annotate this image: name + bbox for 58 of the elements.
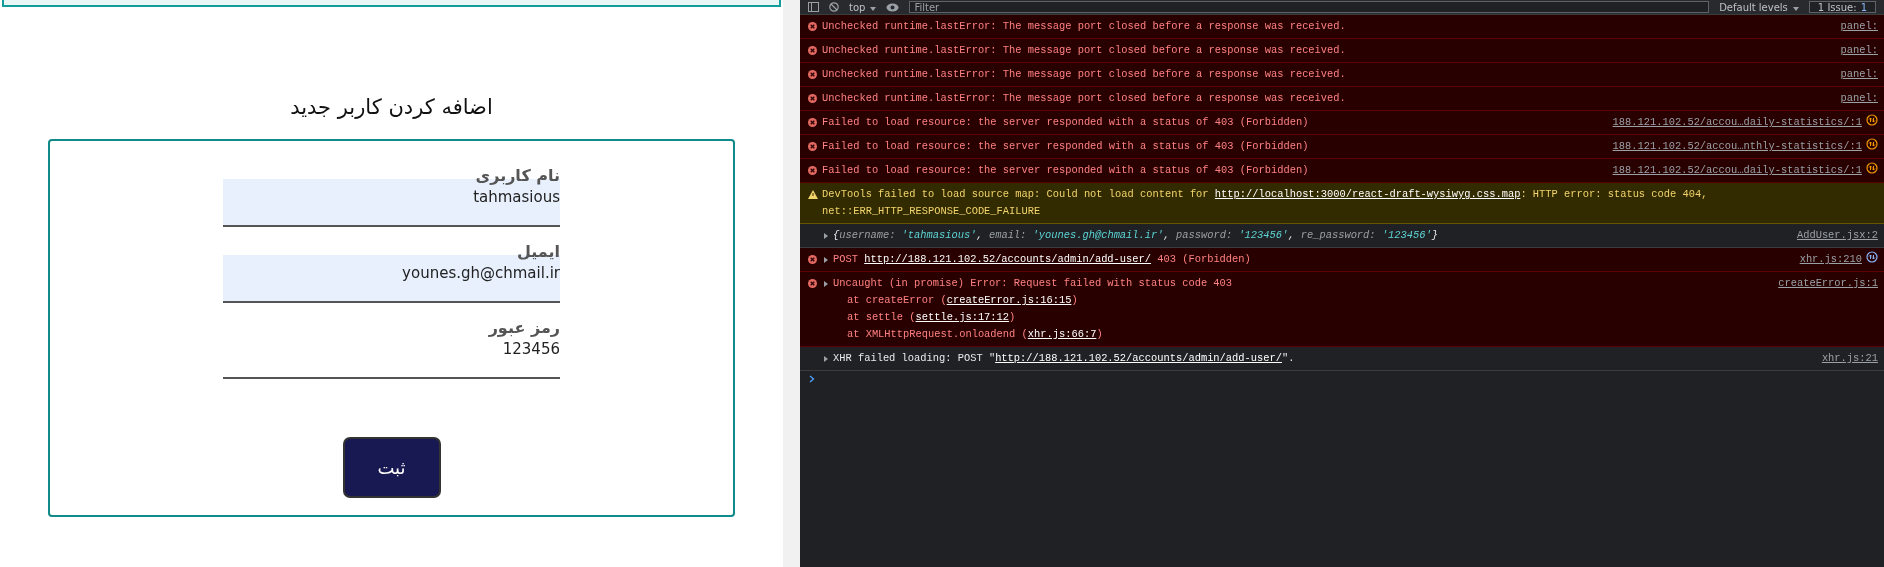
- caret-icon: [1792, 6, 1799, 11]
- message-text: at settle (settle.js:17:12): [845, 310, 1016, 325]
- source-link[interactable]: panel:: [1840, 18, 1878, 35]
- submit-button[interactable]: ثبت: [342, 437, 441, 498]
- error-icon: [808, 46, 817, 55]
- source-link[interactable]: panel:: [1840, 90, 1878, 107]
- eye-icon[interactable]: [886, 2, 900, 12]
- levels-dropdown[interactable]: Default levels: [1719, 1, 1799, 13]
- message-text: Unchecked runtime.lastError: The message port closed before a response was received.: [822, 91, 1346, 106]
- warning-icon: [808, 190, 818, 199]
- source-link[interactable]: createError.js:1: [1778, 275, 1878, 292]
- error-icon: [808, 22, 817, 31]
- error-icon: [808, 94, 817, 103]
- message-text: XHR failed loading: POST "http://188.121.102.52/accounts/admin/add-user/".: [833, 351, 1295, 366]
- message-text: DevTools failed to load source map: Could not load content for http://localhost:3000/react-draft-wysiwyg.css.map: HTTP error: status code 404,: [822, 187, 1708, 202]
- network-icon[interactable]: [1866, 138, 1878, 150]
- network-icon[interactable]: [1866, 114, 1878, 126]
- prompt-chevron-icon[interactable]: [809, 375, 815, 383]
- error-icon: [808, 255, 817, 264]
- issues-button[interactable]: 1 Issue: 1: [1808, 1, 1876, 13]
- error-icon: [808, 166, 817, 175]
- context-dropdown[interactable]: top: [849, 1, 877, 13]
- message-text: Unchecked runtime.lastError: The message port closed before a response was received.: [822, 43, 1346, 58]
- message-text: net::ERR_HTTP_RESPONSE_CODE_FAILURE: [822, 204, 1041, 219]
- source-link[interactable]: panel:: [1840, 42, 1878, 59]
- network-icon[interactable]: [1866, 251, 1878, 263]
- source-link[interactable]: panel:: [1840, 66, 1878, 83]
- expand-icon[interactable]: [822, 255, 830, 264]
- message-text: {username: 'tahmasious', email: 'younes.gh@chmail.ir', password: '123456', re_password: '123456'}: [833, 228, 1438, 243]
- message-text: Failed to load resource: the server responded with a status of 403 (Forbidden): [822, 139, 1309, 154]
- message-text: at createError (createError.js:16:15): [845, 293, 1078, 308]
- sidebar-icon[interactable]: [808, 2, 819, 12]
- clear-icon[interactable]: [829, 2, 839, 12]
- form-title: اضافه کردن کاربر جدید: [290, 95, 493, 119]
- message-text: Failed to load resource: the server responded with a status of 403 (Forbidden): [822, 163, 1309, 178]
- expand-icon[interactable]: [822, 279, 830, 288]
- error-icon: [808, 279, 817, 288]
- message-text: Uncaught (in promise) Error: Request failed with status code 403: [833, 276, 1233, 291]
- network-icon[interactable]: [1866, 162, 1878, 174]
- message-text: POST http://188.121.102.52/accounts/admin/add-user/ 403 (Forbidden): [833, 252, 1251, 267]
- error-icon: [808, 118, 817, 127]
- expand-icon[interactable]: [822, 354, 830, 363]
- source-link[interactable]: xhr.js:210: [1799, 251, 1862, 268]
- scrollbar[interactable]: [783, 0, 800, 567]
- message-text: Unchecked runtime.lastError: The message port closed before a response was received.: [822, 19, 1346, 34]
- filter-field[interactable]: Filter: [909, 1, 1710, 13]
- message-text: Failed to load resource: the server responded with a status of 403 (Forbidden): [822, 115, 1309, 130]
- source-link[interactable]: 188.121.102.52/accou…daily-statistics/:1: [1612, 162, 1862, 179]
- error-icon: [808, 142, 817, 151]
- source-link[interactable]: xhr.js:21: [1821, 350, 1878, 367]
- error-icon: [808, 70, 817, 79]
- source-link[interactable]: AddUser.jsx:2: [1796, 227, 1878, 244]
- caret-icon: [870, 6, 877, 11]
- expand-icon[interactable]: [822, 231, 830, 240]
- source-link[interactable]: 188.121.102.52/accou…daily-statistics/:1: [1612, 114, 1862, 131]
- source-link[interactable]: 188.121.102.52/accou…nthly-statistics/:1: [1612, 138, 1862, 155]
- message-text: Unchecked runtime.lastError: The message port closed before a response was received.: [822, 67, 1346, 82]
- message-text: at XMLHttpRequest.onloadend (xhr.js:66:7): [845, 327, 1103, 342]
